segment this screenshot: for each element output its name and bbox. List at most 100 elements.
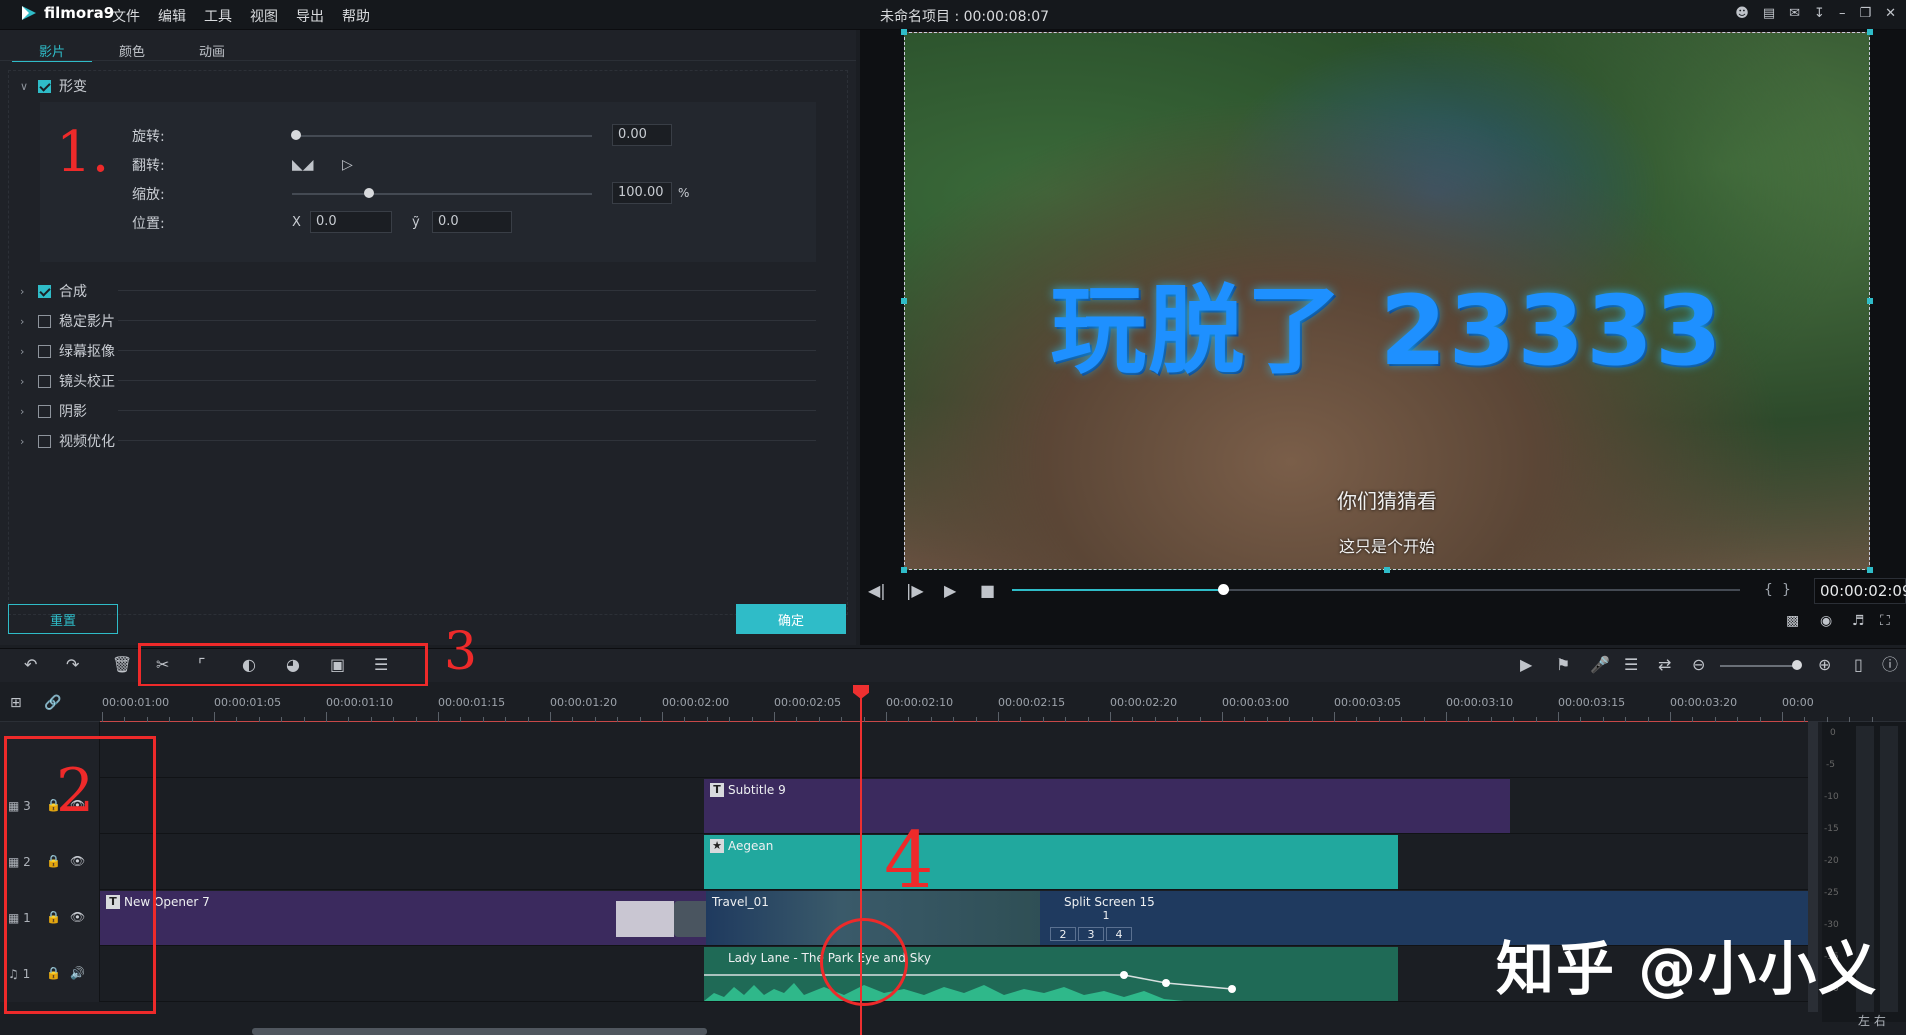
resize-handle[interactable]	[1867, 298, 1873, 304]
save-icon[interactable]: ▤	[1763, 6, 1775, 21]
chevron-right-icon[interactable]: ›	[20, 375, 30, 388]
ruler-label: 00:00:01:10	[326, 696, 394, 709]
volume-icon[interactable]: ♬	[1852, 612, 1865, 630]
zoom-slider[interactable]	[1720, 665, 1800, 667]
rotate-slider-knob[interactable]	[291, 130, 301, 140]
restore-icon[interactable]: ❐	[1859, 6, 1871, 21]
snap-icon[interactable]: ⇄	[1658, 656, 1671, 674]
rotate-input[interactable]: 0.00	[612, 124, 672, 146]
render-icon[interactable]: ▶	[1520, 656, 1532, 674]
scale-input[interactable]: 100.00	[612, 182, 672, 204]
chevron-down-icon[interactable]: ∨	[20, 80, 30, 93]
transform-checkbox[interactable]	[38, 79, 51, 93]
zoom-out-icon[interactable]: ⊖	[1692, 656, 1705, 674]
account-icon[interactable]: ☻	[1735, 6, 1749, 21]
resize-handle[interactable]	[901, 29, 907, 35]
ruler-tick	[1558, 712, 1559, 722]
chevron-right-icon[interactable]: ›	[20, 345, 30, 358]
help-icon[interactable]: ⓘ	[1882, 656, 1898, 674]
tab-video[interactable]: 影片	[12, 38, 92, 62]
play-icon[interactable]: ▶	[944, 582, 956, 600]
enhance-checkbox[interactable]	[38, 434, 51, 448]
rotate-slider[interactable]	[296, 135, 592, 137]
layout-icon[interactable]: ▯	[1854, 656, 1863, 674]
opener-clip[interactable]: T New Opener 7	[100, 891, 706, 945]
ruler-subtick	[751, 717, 753, 722]
scale-slider[interactable]	[292, 193, 592, 195]
chevron-right-icon[interactable]: ›	[20, 315, 30, 328]
composite-checkbox[interactable]	[38, 284, 51, 298]
transform-header[interactable]: ∨ 形变	[20, 76, 87, 96]
resize-handle[interactable]	[1867, 29, 1873, 35]
menu-tools[interactable]: 工具	[204, 6, 232, 26]
redo-icon[interactable]: ↷	[66, 656, 79, 674]
section-lens-correction[interactable]: › 镜头校正	[20, 371, 115, 391]
close-icon[interactable]: ✕	[1885, 6, 1896, 21]
render-preview-icon[interactable]: ▩	[1786, 612, 1799, 630]
transition-marker[interactable]	[674, 901, 706, 937]
split-cell-3: 3	[1078, 927, 1104, 941]
mark-out-icon[interactable]: }	[1782, 582, 1791, 598]
shadow-checkbox[interactable]	[38, 404, 51, 418]
add-track-icon[interactable]: ⊞	[10, 694, 22, 712]
audio-clip[interactable]: Lady Lane - The Park Eye and Sky	[704, 947, 1398, 1001]
zoom-slider-knob[interactable]	[1792, 660, 1802, 670]
download-icon[interactable]: ↧	[1814, 6, 1825, 21]
section-divider	[118, 320, 816, 321]
lens-correction-checkbox[interactable]	[38, 374, 51, 388]
ruler-tick	[326, 712, 327, 722]
chevron-right-icon[interactable]: ›	[20, 405, 30, 418]
section-chroma-key[interactable]: › 绿幕抠像	[20, 341, 115, 361]
marker-icon[interactable]: ⚑	[1556, 656, 1570, 674]
chroma-key-checkbox[interactable]	[38, 344, 51, 358]
zoom-in-icon[interactable]: ⊕	[1818, 656, 1831, 674]
undo-icon[interactable]: ↶	[24, 656, 37, 674]
ruler-subtick	[1513, 717, 1515, 722]
mark-in-icon[interactable]: {	[1764, 582, 1773, 598]
resize-handle[interactable]	[901, 567, 907, 573]
frame-forward-icon[interactable]: |▶	[906, 582, 924, 600]
menu-view[interactable]: 视图	[250, 6, 278, 26]
resize-handle[interactable]	[1867, 567, 1873, 573]
snapshot-icon[interactable]: ◉	[1820, 612, 1832, 630]
resize-handle[interactable]	[1384, 567, 1390, 573]
menu-help[interactable]: 帮助	[342, 6, 370, 26]
vu-label: -20	[1824, 856, 1839, 866]
travel-clip-label: Travel_01	[712, 895, 769, 909]
subtitle-clip[interactable]: T Subtitle 9	[704, 779, 1510, 833]
section-enhance[interactable]: › 视频优化	[20, 431, 115, 451]
tab-color[interactable]: 颜色	[92, 38, 172, 62]
chevron-right-icon[interactable]: ›	[20, 435, 30, 448]
step-back-icon[interactable]: ◀|	[868, 582, 886, 600]
horizontal-scrollbar[interactable]	[252, 1028, 707, 1035]
fullscreen-icon[interactable]: ⛶	[1880, 612, 1890, 630]
position-y-input[interactable]: 0.0	[432, 211, 512, 233]
link-icon[interactable]: 🔗	[44, 694, 61, 712]
mixer-icon[interactable]: ☰	[1624, 656, 1638, 674]
video-preview[interactable]: 玩脱了 23333 你们猜猜看 这只是个开始	[904, 32, 1870, 570]
minimize-icon[interactable]: –	[1839, 6, 1846, 21]
menu-file[interactable]: 文件	[112, 6, 140, 26]
section-shadow[interactable]: › 阴影	[20, 401, 87, 421]
mail-icon[interactable]: ✉	[1789, 6, 1800, 21]
stabilize-checkbox[interactable]	[38, 314, 51, 328]
annotation-circle-4	[820, 918, 908, 1006]
menu-export[interactable]: 导出	[296, 6, 324, 26]
stop-icon[interactable]: ■	[980, 582, 995, 600]
resize-handle[interactable]	[901, 298, 907, 304]
section-composite[interactable]: › 合成	[20, 281, 87, 301]
delete-icon[interactable]: 🗑	[112, 656, 132, 674]
microphone-icon[interactable]: 🎤	[1590, 656, 1610, 674]
aegean-clip[interactable]: ★ Aegean	[704, 835, 1398, 889]
scale-slider-knob[interactable]	[364, 188, 374, 198]
reset-button[interactable]: 重置	[8, 604, 118, 634]
section-stabilize[interactable]: › 稳定影片	[20, 311, 115, 331]
position-x-input[interactable]: 0.0	[310, 211, 392, 233]
ok-button[interactable]: 确定	[736, 604, 846, 634]
flip-vertical-icon[interactable]: ▷	[342, 157, 353, 173]
menu-edit[interactable]: 编辑	[158, 6, 186, 26]
tab-animation[interactable]: 动画	[172, 38, 252, 62]
flip-horizontal-icon[interactable]: ◣◢	[292, 157, 314, 173]
chevron-right-icon[interactable]: ›	[20, 285, 30, 298]
ruler-subtick	[1535, 717, 1537, 722]
